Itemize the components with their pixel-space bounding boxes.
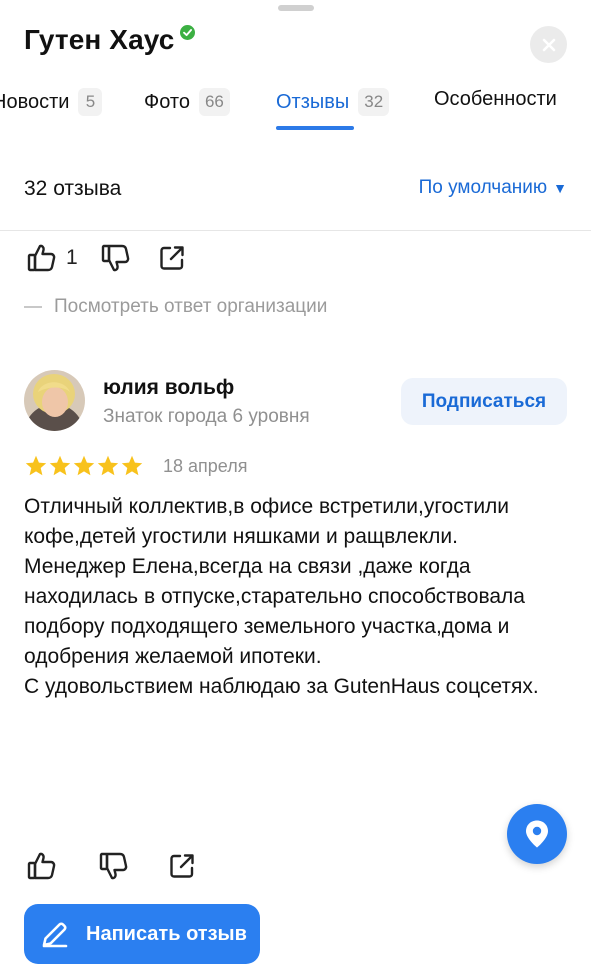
active-tab-indicator [276,126,354,130]
star-icon [25,455,47,476]
star-icon [73,455,95,476]
pencil-icon [40,919,70,949]
review-date: 18 апреля [163,456,248,476]
tab-news[interactable]: Новости 5 [0,88,103,116]
tab-bar: Новости 5 Фото 66 Отзывы 32 Особенности [0,84,591,134]
close-icon [542,38,555,51]
author-level: Знаток города 6 уровня [103,406,310,427]
map-button[interactable] [507,804,567,864]
avatar[interactable] [24,370,85,431]
share-icon [159,246,184,270]
rating-stars [24,454,144,478]
map-pin-icon [526,820,548,848]
caret-down-icon: ▼ [553,180,567,196]
write-review-label: Написать отзыв [86,922,247,945]
thumbs-down-icon [101,244,129,272]
share-button[interactable] [154,240,190,276]
sheet-grabber[interactable] [278,5,314,11]
close-button[interactable] [530,26,567,63]
like-button[interactable] [24,848,60,884]
reviews-count: 32 отзыва [24,177,122,200]
org-reply-label: Посмотреть ответ организации [54,296,328,317]
tab-label: Отзывы [276,90,350,113]
tab-label: Фото [144,90,190,113]
thumbs-up-icon [27,244,56,272]
share-icon [170,854,194,878]
like-button[interactable] [24,240,60,276]
verified-icon [180,24,196,40]
org-name: Гутен Хаус [24,24,175,55]
tab-label: Новости [0,90,70,113]
subscribe-button[interactable]: Подписаться [401,378,567,425]
author-name[interactable]: юлия вольф [103,376,234,400]
like-count: 1 [66,246,78,269]
star-icon [49,455,71,476]
dislike-button[interactable] [98,240,134,276]
review-actions [24,848,200,884]
write-review-button[interactable]: Написать отзыв [24,904,260,964]
avatar-image [24,370,85,431]
tab-features[interactable]: Особенности [434,88,557,111]
share-button[interactable] [164,848,200,884]
star-icon [121,455,143,476]
org-title: Гутен Хаус [24,24,196,56]
tab-count: 32 [358,88,390,116]
tab-photo[interactable]: Фото 66 [144,88,230,116]
review-paragraph: С удовольствием наблюдаю за GutenHaus со… [24,675,539,698]
tab-reviews[interactable]: Отзывы 32 [276,88,390,116]
prev-review-actions: 1 [24,240,190,276]
view-org-reply-link[interactable]: Посмотреть ответ организации [24,296,327,318]
review-paragraph: Менеджер Елена,всегда на связи ,даже ког… [24,555,525,668]
reviews-header: 32 отзыва По умолчанию ▼ [0,160,591,230]
review-paragraph: Отличный коллектив,в офисе встретили,уго… [24,495,510,548]
divider [0,230,591,231]
tab-label: Особенности [434,88,557,110]
star-icon [97,455,119,476]
thumbs-up-icon [27,852,56,880]
tab-count: 5 [78,88,103,116]
tab-count: 66 [198,88,230,116]
dash-divider [24,306,42,308]
sort-label: По умолчанию [418,177,548,198]
dislike-button[interactable] [96,848,132,884]
sort-dropdown[interactable]: По умолчанию ▼ [419,177,567,199]
review-text: Отличный коллектив,в офисе встретили,уго… [24,492,564,702]
thumbs-down-icon [99,852,128,880]
